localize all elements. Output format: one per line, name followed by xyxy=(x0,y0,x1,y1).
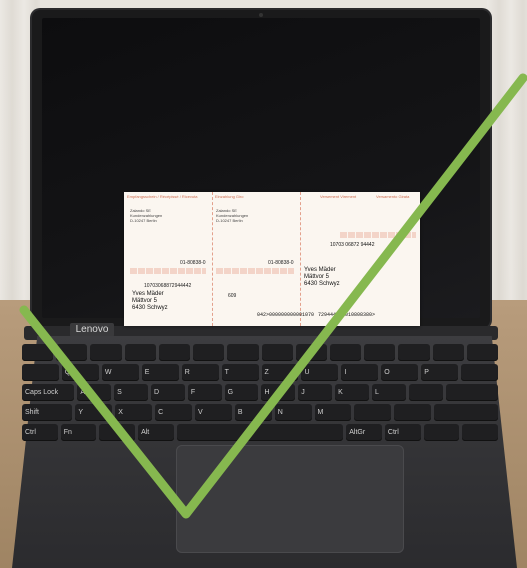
key-e: E xyxy=(141,364,179,381)
keyboard-row-home: Caps Lock A S D F G H J K L xyxy=(22,384,498,401)
key xyxy=(90,344,122,361)
key-p: P xyxy=(421,364,459,381)
key-d: D xyxy=(150,384,185,401)
key xyxy=(158,344,191,361)
key-b: B xyxy=(234,404,272,421)
key xyxy=(329,344,362,361)
payment-slip: Empfangsschein / Récépissé / Ricevuta Za… xyxy=(124,192,420,326)
key-z: Z xyxy=(261,364,299,381)
account-number: 01-80838-0 xyxy=(268,260,294,266)
payer-street: Mättvor 5 xyxy=(132,298,158,304)
lenovo-logo: Lenovo xyxy=(70,323,114,337)
key-m: M xyxy=(314,404,352,421)
touchpad xyxy=(176,445,404,553)
slip-header: Einzahlung Giro xyxy=(215,194,244,199)
key-w: W xyxy=(101,364,139,381)
keyboard: Q W E R T Z U I O P Caps Lock A S D F G … xyxy=(22,344,499,444)
key-o: O xyxy=(381,364,419,381)
key-u: U xyxy=(301,364,339,381)
key xyxy=(466,344,499,361)
key xyxy=(432,344,464,361)
key xyxy=(354,404,392,421)
key-r: R xyxy=(181,364,219,381)
key-shift-right xyxy=(434,404,499,421)
amount-boxes xyxy=(130,268,206,274)
slip-header: Versement Virement xyxy=(320,194,357,199)
key xyxy=(394,404,432,421)
key-s: S xyxy=(114,384,148,401)
key-c: C xyxy=(155,404,192,421)
key-arrow xyxy=(462,424,498,441)
key xyxy=(22,344,54,361)
key-windows xyxy=(99,424,136,441)
key-altgr: AltGr xyxy=(346,424,382,441)
key-alt: Alt xyxy=(138,424,174,441)
account-number: 01-80838-0 xyxy=(180,260,206,266)
key-t: T xyxy=(221,364,259,381)
key-l: L xyxy=(371,384,406,401)
key-caps-lock: Caps Lock xyxy=(22,384,75,401)
key-v: V xyxy=(194,404,232,421)
key-h: H xyxy=(261,384,296,401)
slip-header: Versamento Girata xyxy=(376,194,410,199)
key-space xyxy=(176,424,344,441)
amount-boxes xyxy=(216,268,294,274)
payer-name: Yves Mäder xyxy=(304,267,336,273)
key-fn: Fn xyxy=(60,424,97,441)
key-i: I xyxy=(341,364,379,381)
key-x: X xyxy=(115,404,153,421)
keyboard-row-qwertz: Q W E R T Z U I O P xyxy=(22,364,499,381)
reference-number: 10703068872944442 xyxy=(144,283,192,289)
key xyxy=(56,344,88,361)
key-ctrl-left: Ctrl xyxy=(22,424,58,441)
payer-street: Mättvor 5 xyxy=(304,274,330,280)
payee-line: D-10247 Berlin xyxy=(216,218,243,223)
slip-reference-section: Versement Virement Versamento Girata Yve… xyxy=(300,192,420,326)
key-q: Q xyxy=(61,364,99,381)
key xyxy=(295,344,327,361)
key xyxy=(461,364,499,381)
key xyxy=(261,344,293,361)
key-j: J xyxy=(298,384,333,401)
slip-header: Empfangsschein / Récépissé / Ricevuta xyxy=(127,194,198,199)
key xyxy=(22,364,59,381)
key xyxy=(227,344,259,361)
keyboard-row-function xyxy=(22,344,499,361)
key xyxy=(193,344,225,361)
payee-line: D-10247 Berlin xyxy=(130,218,157,223)
key-arrow xyxy=(423,424,460,441)
key xyxy=(364,344,396,361)
code-line: 042>000000000001070 7294442+ 010808380> xyxy=(257,312,375,318)
webcam-icon xyxy=(259,13,263,17)
key xyxy=(398,344,430,361)
slip-receipt-section: Empfangsschein / Récépissé / Ricevuta Za… xyxy=(124,192,213,326)
key-enter xyxy=(445,384,498,401)
key xyxy=(124,344,156,361)
reference-boxes xyxy=(340,232,416,238)
photo-scene: Lenovo Q W E R T Z U I O P Caps Lock A S… xyxy=(0,0,527,568)
code-line-start: 042>000000000001070 xyxy=(257,312,315,318)
key-a: A xyxy=(77,384,112,401)
key-y: Y xyxy=(75,404,113,421)
code-line-end: 7294442+ 010808380> xyxy=(318,312,376,318)
key-n: N xyxy=(274,404,312,421)
payer-city: 6430 Schwyz xyxy=(304,281,340,287)
small-number: 609 xyxy=(228,293,237,299)
key-ctrl-right: Ctrl xyxy=(384,424,421,441)
keyboard-row-modifiers: Ctrl Fn Alt AltGr Ctrl xyxy=(22,424,498,441)
key-shift-left: Shift xyxy=(22,404,73,421)
key-f: F xyxy=(187,384,222,401)
slip-payment-section: Einzahlung Giro Zalando SE Kundenzahlung… xyxy=(212,192,301,326)
key xyxy=(408,384,443,401)
payer-city: 6430 Schwyz xyxy=(132,305,168,311)
payer-name: Yves Mäder xyxy=(132,291,164,297)
key-k: K xyxy=(335,384,369,401)
keyboard-row-bottom-letters: Shift Y X C V B N M xyxy=(22,404,499,421)
key-g: G xyxy=(224,384,259,401)
reference-number: 10703 06872 94442 xyxy=(330,242,375,248)
